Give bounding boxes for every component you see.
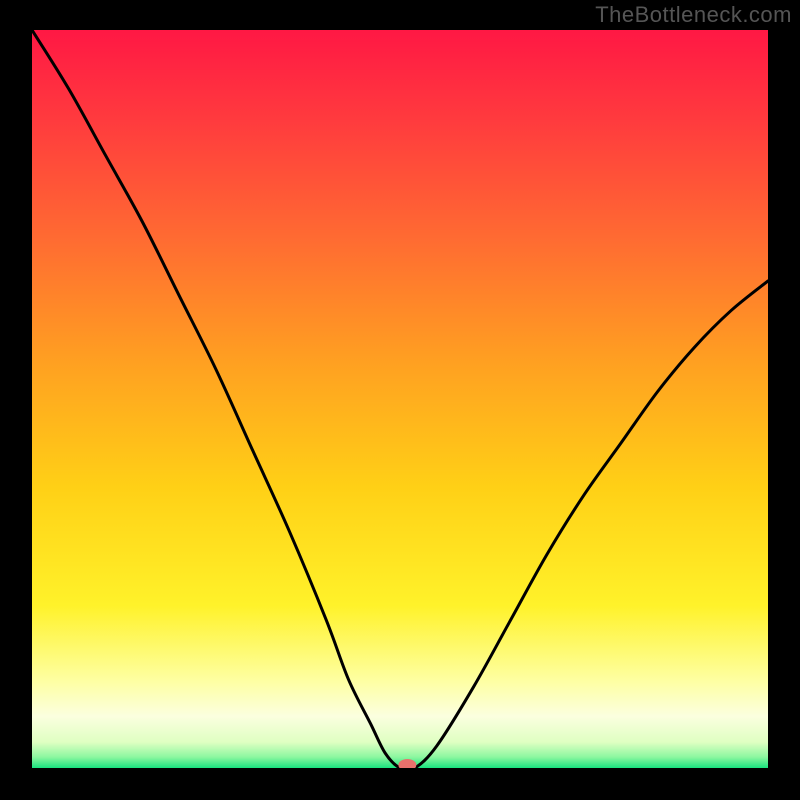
chart-frame: TheBottleneck.com xyxy=(0,0,800,800)
plot-area xyxy=(32,30,768,768)
plot-svg xyxy=(32,30,768,768)
watermark-text: TheBottleneck.com xyxy=(595,2,792,28)
gradient-background xyxy=(32,30,768,768)
